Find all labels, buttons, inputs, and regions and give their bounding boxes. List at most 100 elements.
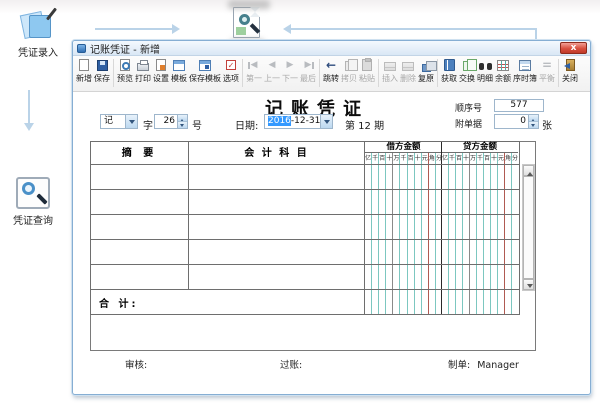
- debit-amount-cell[interactable]: [365, 165, 442, 189]
- credit-column-group: 贷方金额 亿千百十万千百十元角分: [441, 142, 518, 164]
- credit-amount-cell[interactable]: [441, 240, 518, 264]
- account-cell[interactable]: [189, 215, 365, 239]
- sequence-number-field[interactable]: 577: [494, 99, 544, 112]
- account-cell[interactable]: [189, 165, 365, 189]
- toolbar-button-label: 打印: [135, 74, 151, 83]
- digit-column-cell: [497, 215, 504, 239]
- spin-down-icon[interactable]: [529, 121, 538, 128]
- attachment-count-stepper[interactable]: 0: [494, 114, 539, 129]
- digit-column-cell: [504, 190, 511, 214]
- print-button[interactable]: 打印: [134, 57, 152, 89]
- fetch-button[interactable]: 获取: [440, 57, 458, 89]
- total-credit-cells: [441, 290, 518, 314]
- toolbar-button-label: 保存模板: [189, 74, 221, 83]
- settings-button[interactable]: 设置: [152, 57, 170, 89]
- digit-column-cell: [420, 215, 428, 239]
- detail-button[interactable]: 明细: [476, 57, 494, 89]
- save-button[interactable]: 保存: [93, 57, 111, 89]
- scroll-thumb[interactable]: [523, 176, 534, 279]
- account-cell[interactable]: [189, 190, 365, 214]
- debit-header: 借方金额: [365, 142, 442, 153]
- digit-column-cell: [420, 165, 428, 189]
- digit-column-cell: [378, 215, 385, 239]
- close-button[interactable]: 关闭: [561, 57, 579, 89]
- account-cell[interactable]: [189, 240, 365, 264]
- credit-amount-cell[interactable]: [441, 265, 518, 289]
- digit-column-cell: [455, 165, 462, 189]
- window-titlebar[interactable]: 记账凭证 - 新增 x: [73, 41, 590, 56]
- icon-shape: [463, 59, 477, 71]
- account-cell[interactable]: [189, 265, 365, 289]
- digit-column-cell: [504, 240, 511, 264]
- summary-cell[interactable]: [91, 215, 189, 239]
- debit-amount-cell[interactable]: [365, 190, 442, 214]
- digit-column-cell: [469, 265, 476, 289]
- journal-button[interactable]: 序时簿: [512, 57, 538, 89]
- summary-cell[interactable]: [91, 190, 189, 214]
- magnifier-lens: [239, 14, 250, 25]
- previous-record-icon: ◀: [268, 60, 276, 70]
- credit-amount-cell[interactable]: [441, 165, 518, 189]
- period-label: 第 12 期: [345, 121, 385, 132]
- template-button[interactable]: 模板: [170, 57, 188, 89]
- close-window-icon: [563, 59, 577, 72]
- summary-column-header: 摘 要: [91, 142, 189, 164]
- close-button[interactable]: x: [560, 42, 587, 54]
- credit-amount-cell[interactable]: [441, 190, 518, 214]
- table-scrollbar[interactable]: [522, 164, 535, 291]
- debit-digit-headers: 亿千百十万千百十元角分: [365, 153, 442, 164]
- digit-column-cell: [413, 265, 421, 289]
- restore-button[interactable]: 复原: [417, 57, 437, 89]
- digit-column-cell: [490, 240, 497, 264]
- total-debit-cells: [365, 290, 442, 314]
- voucher-table: 摘 要 会 计 科 目 借方金额 亿千百十万千百十元角分 贷方金额 亿千百十万千…: [90, 141, 520, 315]
- digit-column-header: 千: [476, 153, 483, 164]
- document-magnifier-icon[interactable]: [233, 7, 261, 38]
- preview-button[interactable]: 预览: [116, 57, 134, 89]
- summary-cell[interactable]: [91, 265, 189, 289]
- scroll-up-button[interactable]: [523, 165, 534, 176]
- equal-button: = 平衡: [538, 57, 556, 89]
- swap-button[interactable]: 交换: [458, 57, 477, 89]
- debit-amount-cell[interactable]: [365, 240, 442, 264]
- date-select[interactable]: 2016-12-31: [264, 114, 333, 129]
- digit-column-cell: [476, 190, 483, 214]
- word-suffix-label: 字: [143, 121, 153, 132]
- digit-column-cell: [378, 265, 385, 289]
- toolbar: 新增保存预览打印设置模板保存模板选项◀第一◀上一▶下一▶最后←跳转拷贝粘贴插入删…: [73, 56, 590, 92]
- chevron-down-icon[interactable]: [320, 115, 332, 128]
- digit-column-cell: [490, 190, 497, 214]
- spin-down-icon[interactable]: [178, 121, 187, 128]
- digit-column-cell: [413, 215, 421, 239]
- balance-button[interactable]: 余额: [494, 57, 512, 89]
- digit-column-header: 百: [455, 153, 462, 164]
- voucher-query-icon[interactable]: [16, 177, 50, 209]
- digit-column-cell: [448, 190, 455, 214]
- journal-icon: [518, 59, 532, 72]
- summary-cell[interactable]: [91, 240, 189, 264]
- digit-column-cell: [371, 190, 378, 214]
- credit-amount-cell[interactable]: [441, 215, 518, 239]
- options-button[interactable]: 选项: [222, 57, 240, 89]
- jump-button[interactable]: ← 跳转: [322, 57, 340, 89]
- debit-amount-cell[interactable]: [365, 215, 442, 239]
- digit-column-cell: [427, 190, 435, 214]
- digit-column-header: 千: [448, 153, 455, 164]
- new-button[interactable]: 新增: [75, 57, 93, 89]
- voucher-entry-icon[interactable]: [19, 7, 57, 41]
- digit-column-cell: [511, 165, 518, 189]
- digit-column-cell: [455, 265, 462, 289]
- scroll-down-button[interactable]: [523, 279, 534, 290]
- digit-column-header: 十: [413, 153, 421, 164]
- voucher-number-stepper[interactable]: 26: [154, 114, 188, 129]
- voucher-word-select[interactable]: 记: [100, 114, 138, 129]
- chevron-down-icon[interactable]: [125, 115, 137, 128]
- toolbar-button-label: 第一: [246, 74, 262, 83]
- app-icon: [77, 43, 86, 53]
- digit-column-cell: [497, 165, 504, 189]
- magnifier-handle: [36, 193, 48, 205]
- summary-cell[interactable]: [91, 165, 189, 189]
- debit-amount-cell[interactable]: [365, 265, 442, 289]
- save-template-button[interactable]: 保存模板: [188, 57, 222, 89]
- digit-column-cell: [399, 190, 406, 214]
